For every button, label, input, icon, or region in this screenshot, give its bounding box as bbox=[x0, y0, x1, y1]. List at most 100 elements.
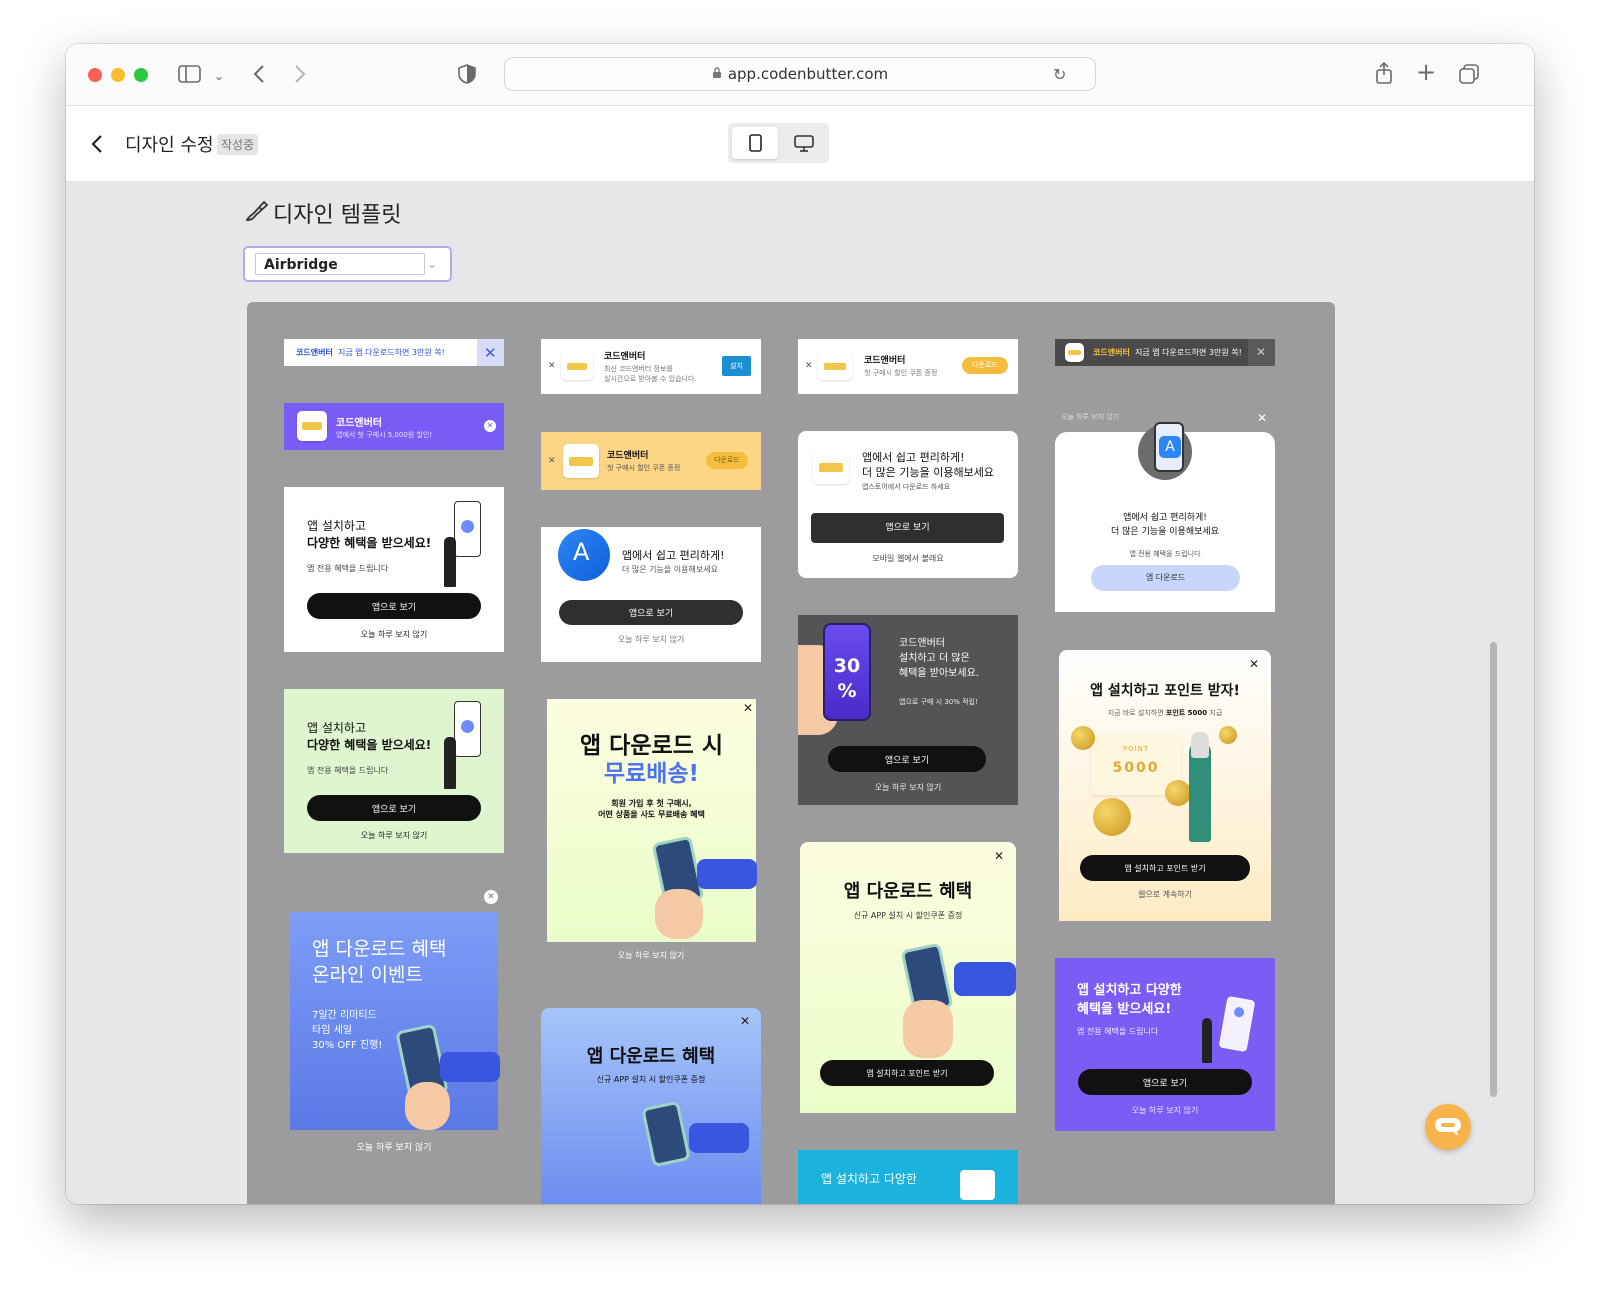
app-header: 디자인 수정 작성중 bbox=[66, 107, 1534, 182]
mobile-web-link[interactable]: 모바일 웹에서 볼래요 bbox=[798, 553, 1018, 564]
close-icon[interactable]: ✕ bbox=[484, 890, 498, 904]
address-bar[interactable]: app.codenbutter.com bbox=[504, 57, 1096, 91]
new-tab-icon[interactable]: + bbox=[1416, 60, 1436, 84]
status-badge: 작성중 bbox=[217, 134, 259, 155]
appstore-phone-illustration: A bbox=[1138, 422, 1192, 480]
banner-sub-1: 최신 코드앤버터 정보를 bbox=[604, 365, 673, 373]
card-heading: 앱 다운로드 혜택 bbox=[843, 881, 973, 902]
open-app-button[interactable]: 앱으로 보기 bbox=[307, 795, 481, 821]
close-icon[interactable]: ✕ bbox=[1249, 658, 1259, 670]
mobile-view-button[interactable] bbox=[732, 127, 778, 159]
dismiss-today-link[interactable]: 오늘 하루 보지 않기 bbox=[284, 830, 504, 841]
close-icon[interactable]: ✕ bbox=[548, 455, 556, 467]
event-text-2: 타임 세일 bbox=[312, 1025, 352, 1036]
banner-text: 지금 앱 다운로드하면 3만원 쏙! bbox=[338, 348, 445, 357]
dismiss-today-link[interactable]: 오늘 하루 보지 않기 bbox=[1061, 412, 1119, 422]
install-point-button[interactable]: 앱 설치하고 포인트 받기 bbox=[1080, 855, 1250, 881]
card-sub: 앱 전용 혜택을 드립니다 bbox=[307, 564, 389, 573]
banner-title: 코드앤버터 bbox=[864, 356, 906, 366]
template-card-download-benefit-blue[interactable]: ✕ 앱 다운로드 혜택 신규 APP 설치 시 할인쿠폰 증정 bbox=[541, 1008, 761, 1204]
zoom-window-button[interactable] bbox=[134, 68, 148, 82]
dismiss-today-link[interactable]: 오늘 하루 보지 않기 bbox=[284, 629, 504, 640]
chat-button[interactable] bbox=[1425, 1104, 1471, 1150]
open-app-button[interactable]: 앱으로 보기 bbox=[811, 513, 1004, 543]
banner-title: 코드앤버터 bbox=[604, 352, 646, 362]
coin-icon bbox=[1219, 726, 1237, 744]
template-card-yellow-banner[interactable]: ✕ 코드앤버터 첫 구매시 할인 쿠폰 증정 다운로드 bbox=[541, 432, 761, 490]
close-icon[interactable]: ✕ bbox=[1257, 412, 1267, 424]
template-card-install-banner[interactable]: ✕ 코드앤버터 최신 코드앤버터 정보를 실시간으로 받아볼 수 있습니다. 설… bbox=[541, 339, 761, 394]
device-toggle bbox=[728, 123, 829, 163]
card-line-3: 혜택을 받아보세요. bbox=[899, 668, 979, 679]
card-line-1: 코드앤버터 bbox=[899, 638, 945, 649]
close-icon[interactable]: ✕ bbox=[1248, 339, 1275, 366]
chevron-down-icon[interactable]: ⌄ bbox=[214, 66, 224, 86]
close-icon[interactable]: ✕ bbox=[477, 339, 504, 366]
back-arrow-icon[interactable] bbox=[90, 133, 104, 158]
template-card-coupon-banner[interactable]: ✕ 코드앤버터 첫 구매시 할인 쿠폰 증정 다운로드 bbox=[798, 339, 1018, 394]
sidebar-icon[interactable] bbox=[178, 64, 202, 87]
template-card-30-percent[interactable]: 30 % 코드앤버터 설치하고 더 많은 혜택을 받아보세요. 앱으로 구매 시… bbox=[798, 615, 1018, 805]
close-icon[interactable]: ✕ bbox=[994, 850, 1004, 862]
banner-sub: 첫 구매시 할인 쿠폰 증정 bbox=[864, 369, 938, 377]
template-card-point-download[interactable]: ✕ 앱 다운로드 혜택 신규 APP 설치 시 할인쿠폰 증정 앱 설치하고 포… bbox=[800, 842, 1016, 1113]
tabs-overview-icon[interactable] bbox=[1458, 63, 1480, 88]
dismiss-today-link[interactable]: 오늘 하루 보지 않기 bbox=[798, 782, 1018, 793]
open-app-button[interactable]: 앱으로 보기 bbox=[559, 600, 743, 625]
card-heading-2: 무료배송! bbox=[603, 761, 700, 787]
template-card-purple-banner[interactable]: 코드앤버터 앱에서 첫 구매시 5,000원 할인! ✕ bbox=[284, 403, 504, 450]
continue-web-link[interactable]: 웹으로 계속하기 bbox=[1059, 889, 1271, 900]
download-button[interactable]: 다운로드 bbox=[706, 452, 748, 469]
template-card-dark-banner[interactable]: 코드앤버터 지금 앱 다운로드하면 3만원 쏙! ✕ bbox=[1055, 339, 1275, 366]
open-app-button[interactable]: 앱으로 보기 bbox=[828, 746, 986, 772]
card-heading-2: 다양한 혜택을 받으세요! bbox=[307, 536, 432, 550]
scrollbar-thumb[interactable] bbox=[1490, 642, 1497, 1097]
desktop-view-button[interactable] bbox=[782, 127, 826, 159]
discount-percent: % bbox=[837, 680, 857, 702]
template-card-purple-benefit[interactable]: 앱 설치하고 다양한 혜택을 받으세요! 앱 전용 혜택을 드립니다 앱으로 보… bbox=[1055, 958, 1275, 1131]
template-card-top-banner[interactable]: 코드앤버터 지금 앱 다운로드하면 3만원 쏙! ✕ bbox=[284, 339, 504, 366]
download-button[interactable]: 다운로드 bbox=[962, 357, 1008, 374]
card-heading: 앱에서 쉽고 편리하게! bbox=[622, 549, 725, 562]
card-sub-1: 회원 가입 후 첫 구매시, bbox=[611, 799, 692, 808]
close-icon[interactable]: ✕ bbox=[484, 420, 496, 432]
banner-brand: 코드앤버터 bbox=[1093, 348, 1130, 357]
install-point-button[interactable]: 앱 설치하고 포인트 받기 bbox=[820, 1060, 994, 1086]
browser-window: ⌄ app.codenbutter.com ↻ + 디자인 수정 작성중 디자인… bbox=[66, 44, 1534, 1204]
phone-hand-illustration bbox=[641, 1100, 691, 1168]
close-window-button[interactable] bbox=[88, 68, 102, 82]
app-download-button[interactable]: 앱 다운로드 bbox=[1091, 565, 1240, 591]
dismiss-today-link[interactable]: 오늘 하루 보지 않기 bbox=[284, 1140, 504, 1153]
reload-icon[interactable]: ↻ bbox=[1053, 65, 1066, 85]
template-card-cyan[interactable]: 앱 설치하고 다양한 bbox=[798, 1150, 1018, 1204]
template-card-app-benefit-green[interactable]: 앱 설치하고 다양한 혜택을 받으세요! 앱 전용 혜택을 드립니다 앱으로 보… bbox=[284, 689, 504, 853]
share-icon[interactable] bbox=[1374, 61, 1394, 88]
shield-icon[interactable] bbox=[458, 64, 476, 87]
person-illustration bbox=[444, 737, 456, 789]
template-card-appstore-popup[interactable]: 오늘 하루 보지 않기 ✕ 앱에서 쉽고 편리하게! 더 많은 기능을 이용해보… bbox=[1055, 412, 1275, 612]
template-card-easy-app[interactable]: 앱에서 쉽고 편리하게! 더 많은 기능을 이용해보세요 앱스토어에서 다운로드… bbox=[798, 431, 1018, 578]
template-card-app-benefit[interactable]: 앱 설치하고 다양한 혜택을 받으세요! 앱 전용 혜택을 드립니다 앱으로 보… bbox=[284, 487, 504, 652]
dismiss-today-link[interactable]: 오늘 하루 보지 않기 bbox=[1055, 1105, 1275, 1116]
url-text: app.codenbutter.com bbox=[727, 65, 889, 83]
content-area: 디자인 템플릿 Airbridge ⌄ 코드앤버터 지금 앱 다운로드하면 3만… bbox=[66, 182, 1534, 1204]
template-card-free-shipping[interactable]: ✕ 앱 다운로드 시 무료배송! 회원 가입 후 첫 구매시, 어떤 상품을 사… bbox=[541, 699, 761, 969]
banner-text: 지금 앱 다운로드하면 3만원 쏙! bbox=[1135, 348, 1242, 357]
install-button[interactable]: 설치 bbox=[722, 356, 751, 376]
forward-icon[interactable] bbox=[293, 63, 307, 88]
dismiss-today-link[interactable]: 오늘 하루 보지 않기 bbox=[541, 634, 761, 645]
close-icon[interactable]: ✕ bbox=[548, 360, 556, 372]
close-icon[interactable]: ✕ bbox=[743, 702, 753, 714]
open-app-button[interactable]: 앱으로 보기 bbox=[307, 593, 481, 619]
back-icon[interactable] bbox=[252, 63, 266, 88]
card-sub: 신규 APP 설치 시 할인쿠폰 증정 bbox=[596, 1075, 706, 1084]
template-dropdown[interactable]: Airbridge ⌄ bbox=[243, 246, 452, 282]
open-app-button[interactable]: 앱으로 보기 bbox=[1078, 1069, 1252, 1095]
close-icon[interactable]: ✕ bbox=[740, 1015, 750, 1027]
template-card-appstore[interactable]: A 앱에서 쉽고 편리하게! 더 많은 기능을 이용해보세요 앱으로 보기 오늘… bbox=[541, 527, 761, 662]
close-icon[interactable]: ✕ bbox=[805, 360, 813, 372]
template-card-online-event[interactable]: ✕ 앱 다운로드 혜택 온라인 이벤트 7일간 리미티드 타임 세일 30% O… bbox=[284, 888, 504, 1158]
dismiss-today-link[interactable]: 오늘 하루 보지 않기 bbox=[541, 950, 761, 961]
template-card-point-reward[interactable]: ✕ 앱 설치하고 포인트 받자! 지금 바로 설치하면 포인트 5000 지급 … bbox=[1059, 650, 1271, 921]
minimize-window-button[interactable] bbox=[111, 68, 125, 82]
